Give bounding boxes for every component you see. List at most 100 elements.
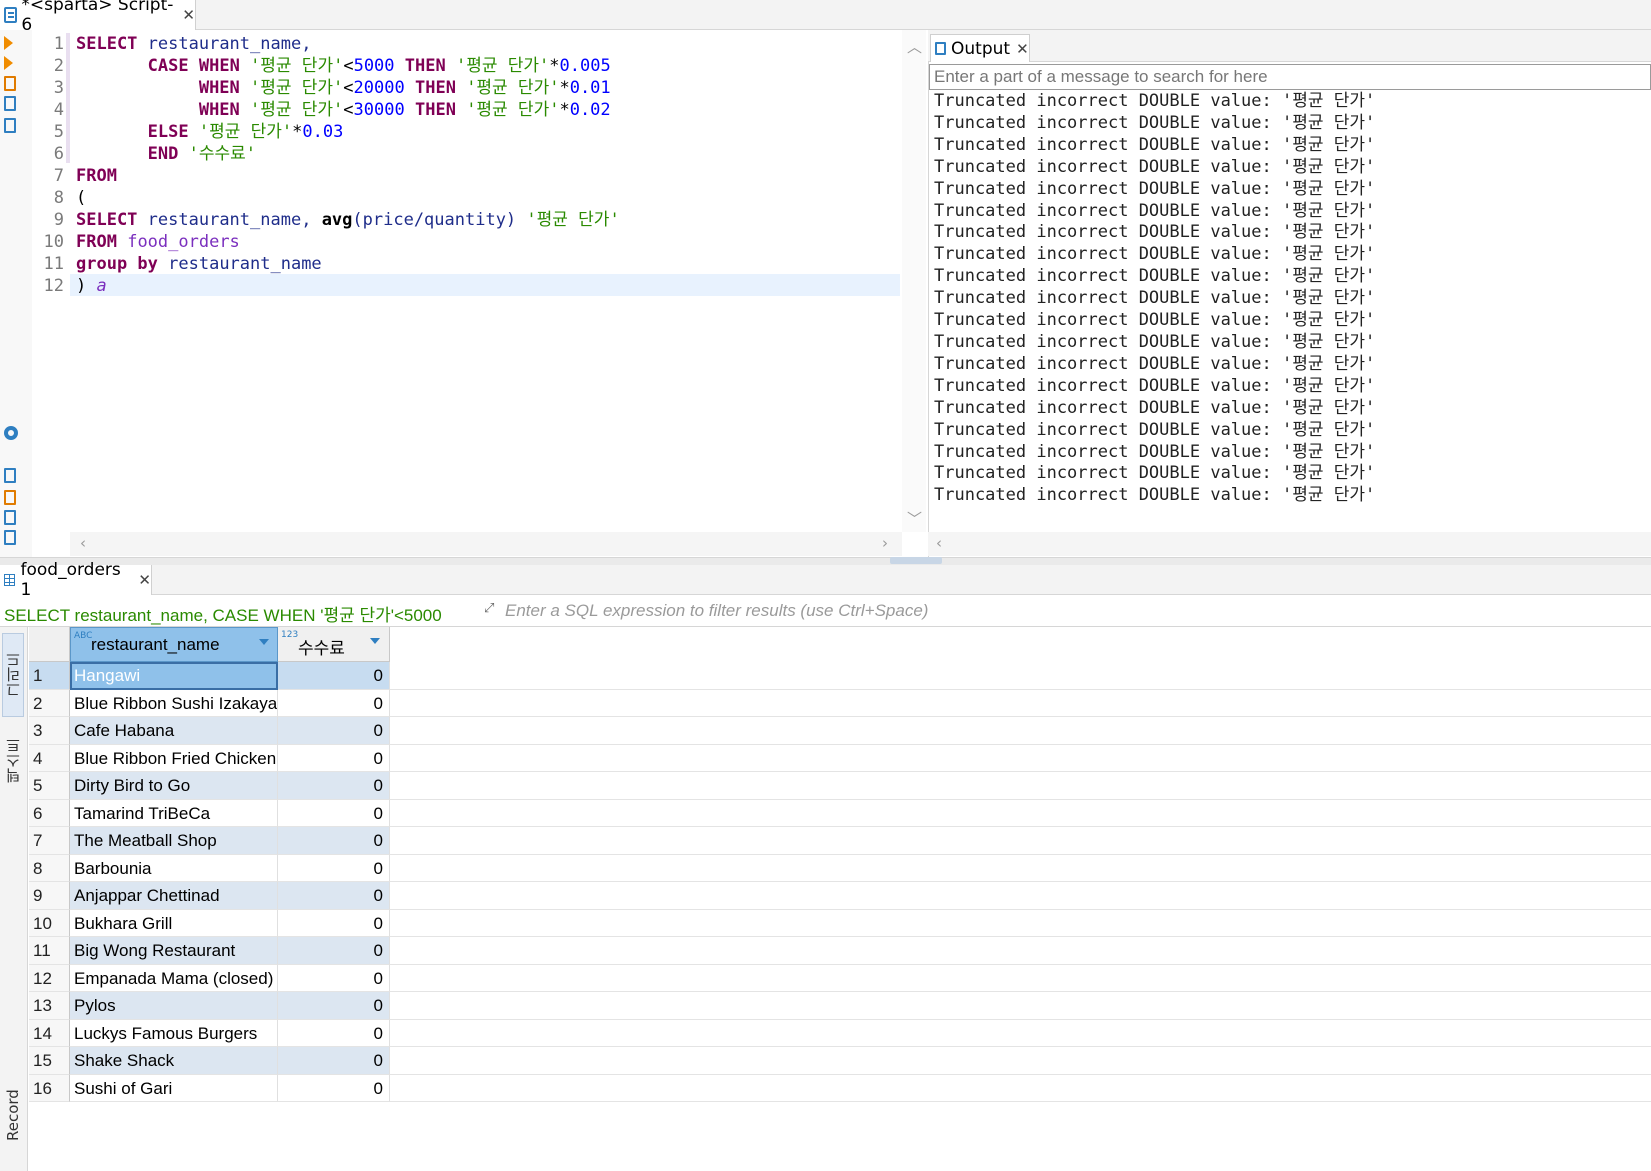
show-execution-log-icon[interactable] xyxy=(4,490,20,506)
cell-fee[interactable]: 0 xyxy=(278,772,390,800)
sort-dropdown-icon[interactable] xyxy=(259,639,269,645)
cell-restaurant-name[interactable]: Sushi of Gari xyxy=(70,1074,278,1102)
show-output-icon[interactable] xyxy=(4,468,20,484)
row-number[interactable]: 2 xyxy=(29,689,70,717)
code-line[interactable]: ) a xyxy=(76,275,107,297)
show-server-output-icon[interactable] xyxy=(4,530,20,546)
cell-fee[interactable]: 0 xyxy=(278,744,390,772)
table-row[interactable]: 2 Blue Ribbon Sushi Izakaya 0 xyxy=(29,689,1651,717)
table-row[interactable]: 4 Blue Ribbon Fried Chicken 0 xyxy=(29,744,1651,772)
cell-fee[interactable]: 0 xyxy=(278,662,390,690)
table-row[interactable]: 15 Shake Shack 0 xyxy=(29,1047,1651,1075)
tab-output[interactable]: Output ✕ xyxy=(930,34,1030,62)
cell-restaurant-name[interactable]: Cafe Habana xyxy=(70,717,278,745)
table-row[interactable]: 3 Cafe Habana 0 xyxy=(29,717,1651,745)
row-number[interactable]: 11 xyxy=(29,937,70,965)
code-line[interactable]: WHEN '평균 단가'<30000 THEN '평균 단가'*0.02 xyxy=(76,99,611,121)
cell-fee[interactable]: 0 xyxy=(278,1047,390,1075)
row-number[interactable]: 8 xyxy=(29,854,70,882)
cell-fee[interactable]: 0 xyxy=(278,992,390,1020)
cell-restaurant-name[interactable]: Hangawi xyxy=(70,662,278,690)
chevron-up-icon[interactable]: ︿ xyxy=(907,36,922,57)
chevron-left-icon[interactable]: ‹ xyxy=(80,534,86,552)
code-line[interactable]: CASE WHEN '평균 단가'<5000 THEN '평균 단가'*0.00… xyxy=(76,55,611,77)
row-number[interactable]: 16 xyxy=(29,1074,70,1102)
cell-restaurant-name[interactable]: Shake Shack xyxy=(70,1047,278,1075)
code-line[interactable]: FROM food_orders xyxy=(76,231,240,253)
table-row[interactable]: 7 The Meatball Shop 0 xyxy=(29,827,1651,855)
panel-splitter[interactable] xyxy=(0,557,1651,565)
tab-grid-view[interactable]: 그리드 xyxy=(2,633,24,717)
table-row[interactable]: 13 Pylos 0 xyxy=(29,992,1651,1020)
close-icon[interactable]: ✕ xyxy=(182,6,195,24)
explain-plan-icon[interactable] xyxy=(4,118,20,134)
cell-fee[interactable]: 0 xyxy=(278,854,390,882)
close-icon[interactable]: ✕ xyxy=(1016,40,1029,58)
code-line[interactable]: END '수수료' xyxy=(76,143,256,165)
cell-fee[interactable]: 0 xyxy=(278,689,390,717)
cell-fee[interactable]: 0 xyxy=(278,1074,390,1102)
cell-restaurant-name[interactable]: Bukhara Grill xyxy=(70,909,278,937)
editor-horizontal-scrollbar[interactable]: ‹ › xyxy=(70,532,902,556)
cell-fee[interactable]: 0 xyxy=(278,827,390,855)
row-number[interactable]: 1 xyxy=(29,662,70,690)
table-row[interactable]: 14 Luckys Famous Burgers 0 xyxy=(29,1019,1651,1047)
expand-icon[interactable]: ⤢ xyxy=(484,601,498,616)
cell-fee[interactable]: 0 xyxy=(278,717,390,745)
tab-text-view[interactable]: 텍스트 xyxy=(2,723,24,799)
row-number[interactable]: 15 xyxy=(29,1047,70,1075)
cell-restaurant-name[interactable]: Blue Ribbon Sushi Izakaya xyxy=(70,689,278,717)
column-header-restaurant-name[interactable]: ABC restaurant_name xyxy=(70,627,278,662)
row-number[interactable]: 13 xyxy=(29,992,70,1020)
table-row[interactable]: 1 Hangawi 0 xyxy=(29,662,1651,690)
cell-restaurant-name[interactable]: Blue Ribbon Fried Chicken xyxy=(70,744,278,772)
execute-statement-new-tab-icon[interactable] xyxy=(4,56,20,72)
row-number[interactable]: 9 xyxy=(29,882,70,910)
tab-record-view[interactable]: Record xyxy=(2,1067,24,1163)
table-row[interactable]: 6 Tamarind TriBeCa 0 xyxy=(29,799,1651,827)
code-line[interactable]: group by restaurant_name xyxy=(76,253,322,275)
code-line[interactable]: ELSE '평균 단가'*0.03 xyxy=(76,121,344,143)
show-variables-icon[interactable] xyxy=(4,510,20,526)
cell-restaurant-name[interactable]: Tamarind TriBeCa xyxy=(70,799,278,827)
splitter-handle[interactable] xyxy=(890,557,942,564)
row-number-header[interactable] xyxy=(29,627,70,662)
cell-restaurant-name[interactable]: Dirty Bird to Go xyxy=(70,772,278,800)
cell-fee[interactable]: 0 xyxy=(278,964,390,992)
filter-input[interactable]: Enter a SQL expression to filter results… xyxy=(505,601,928,621)
cell-fee[interactable]: 0 xyxy=(278,1019,390,1047)
row-number[interactable]: 4 xyxy=(29,744,70,772)
row-number[interactable]: 6 xyxy=(29,799,70,827)
execute-statement-icon[interactable] xyxy=(4,36,20,52)
cell-restaurant-name[interactable]: Barbounia xyxy=(70,854,278,882)
editor-tab-script[interactable]: *<sparta> Script-6 ✕ xyxy=(0,0,196,35)
cell-restaurant-name[interactable]: Anjappar Chettinad xyxy=(70,882,278,910)
execute-script-new-tab-icon[interactable] xyxy=(4,96,20,112)
row-number[interactable]: 14 xyxy=(29,1019,70,1047)
chevron-right-icon[interactable]: › xyxy=(882,534,888,552)
row-number[interactable]: 5 xyxy=(29,772,70,800)
cell-restaurant-name[interactable]: Pylos xyxy=(70,992,278,1020)
editor-vertical-scrollbar[interactable]: ︿ ﹀ xyxy=(902,30,926,532)
row-number[interactable]: 10 xyxy=(29,909,70,937)
column-header-fee[interactable]: 123 수수료 xyxy=(278,627,390,662)
cell-fee[interactable]: 0 xyxy=(278,799,390,827)
row-number[interactable]: 3 xyxy=(29,717,70,745)
code-line[interactable]: ( xyxy=(76,187,86,209)
chevron-left-icon[interactable]: ‹ xyxy=(936,534,942,552)
close-icon[interactable]: ✕ xyxy=(138,571,151,589)
row-number[interactable]: 12 xyxy=(29,964,70,992)
table-row[interactable]: 10 Bukhara Grill 0 xyxy=(29,909,1651,937)
table-row[interactable]: 8 Barbounia 0 xyxy=(29,854,1651,882)
cell-fee[interactable]: 0 xyxy=(278,937,390,965)
table-row[interactable]: 5 Dirty Bird to Go 0 xyxy=(29,772,1651,800)
code-line[interactable]: SELECT restaurant_name, avg(price/quanti… xyxy=(76,209,620,231)
output-search-input[interactable]: Enter a part of a message to search for … xyxy=(929,64,1651,90)
cell-fee[interactable]: 0 xyxy=(278,882,390,910)
query-preview[interactable]: SELECT restaurant_name, CASE WHEN '평균 단가… xyxy=(4,601,442,626)
cell-restaurant-name[interactable]: The Meatball Shop xyxy=(70,827,278,855)
table-row[interactable]: 11 Big Wong Restaurant 0 xyxy=(29,937,1651,965)
table-row[interactable]: 16 Sushi of Gari 0 xyxy=(29,1074,1651,1102)
row-number[interactable]: 7 xyxy=(29,827,70,855)
cell-fee[interactable]: 0 xyxy=(278,909,390,937)
